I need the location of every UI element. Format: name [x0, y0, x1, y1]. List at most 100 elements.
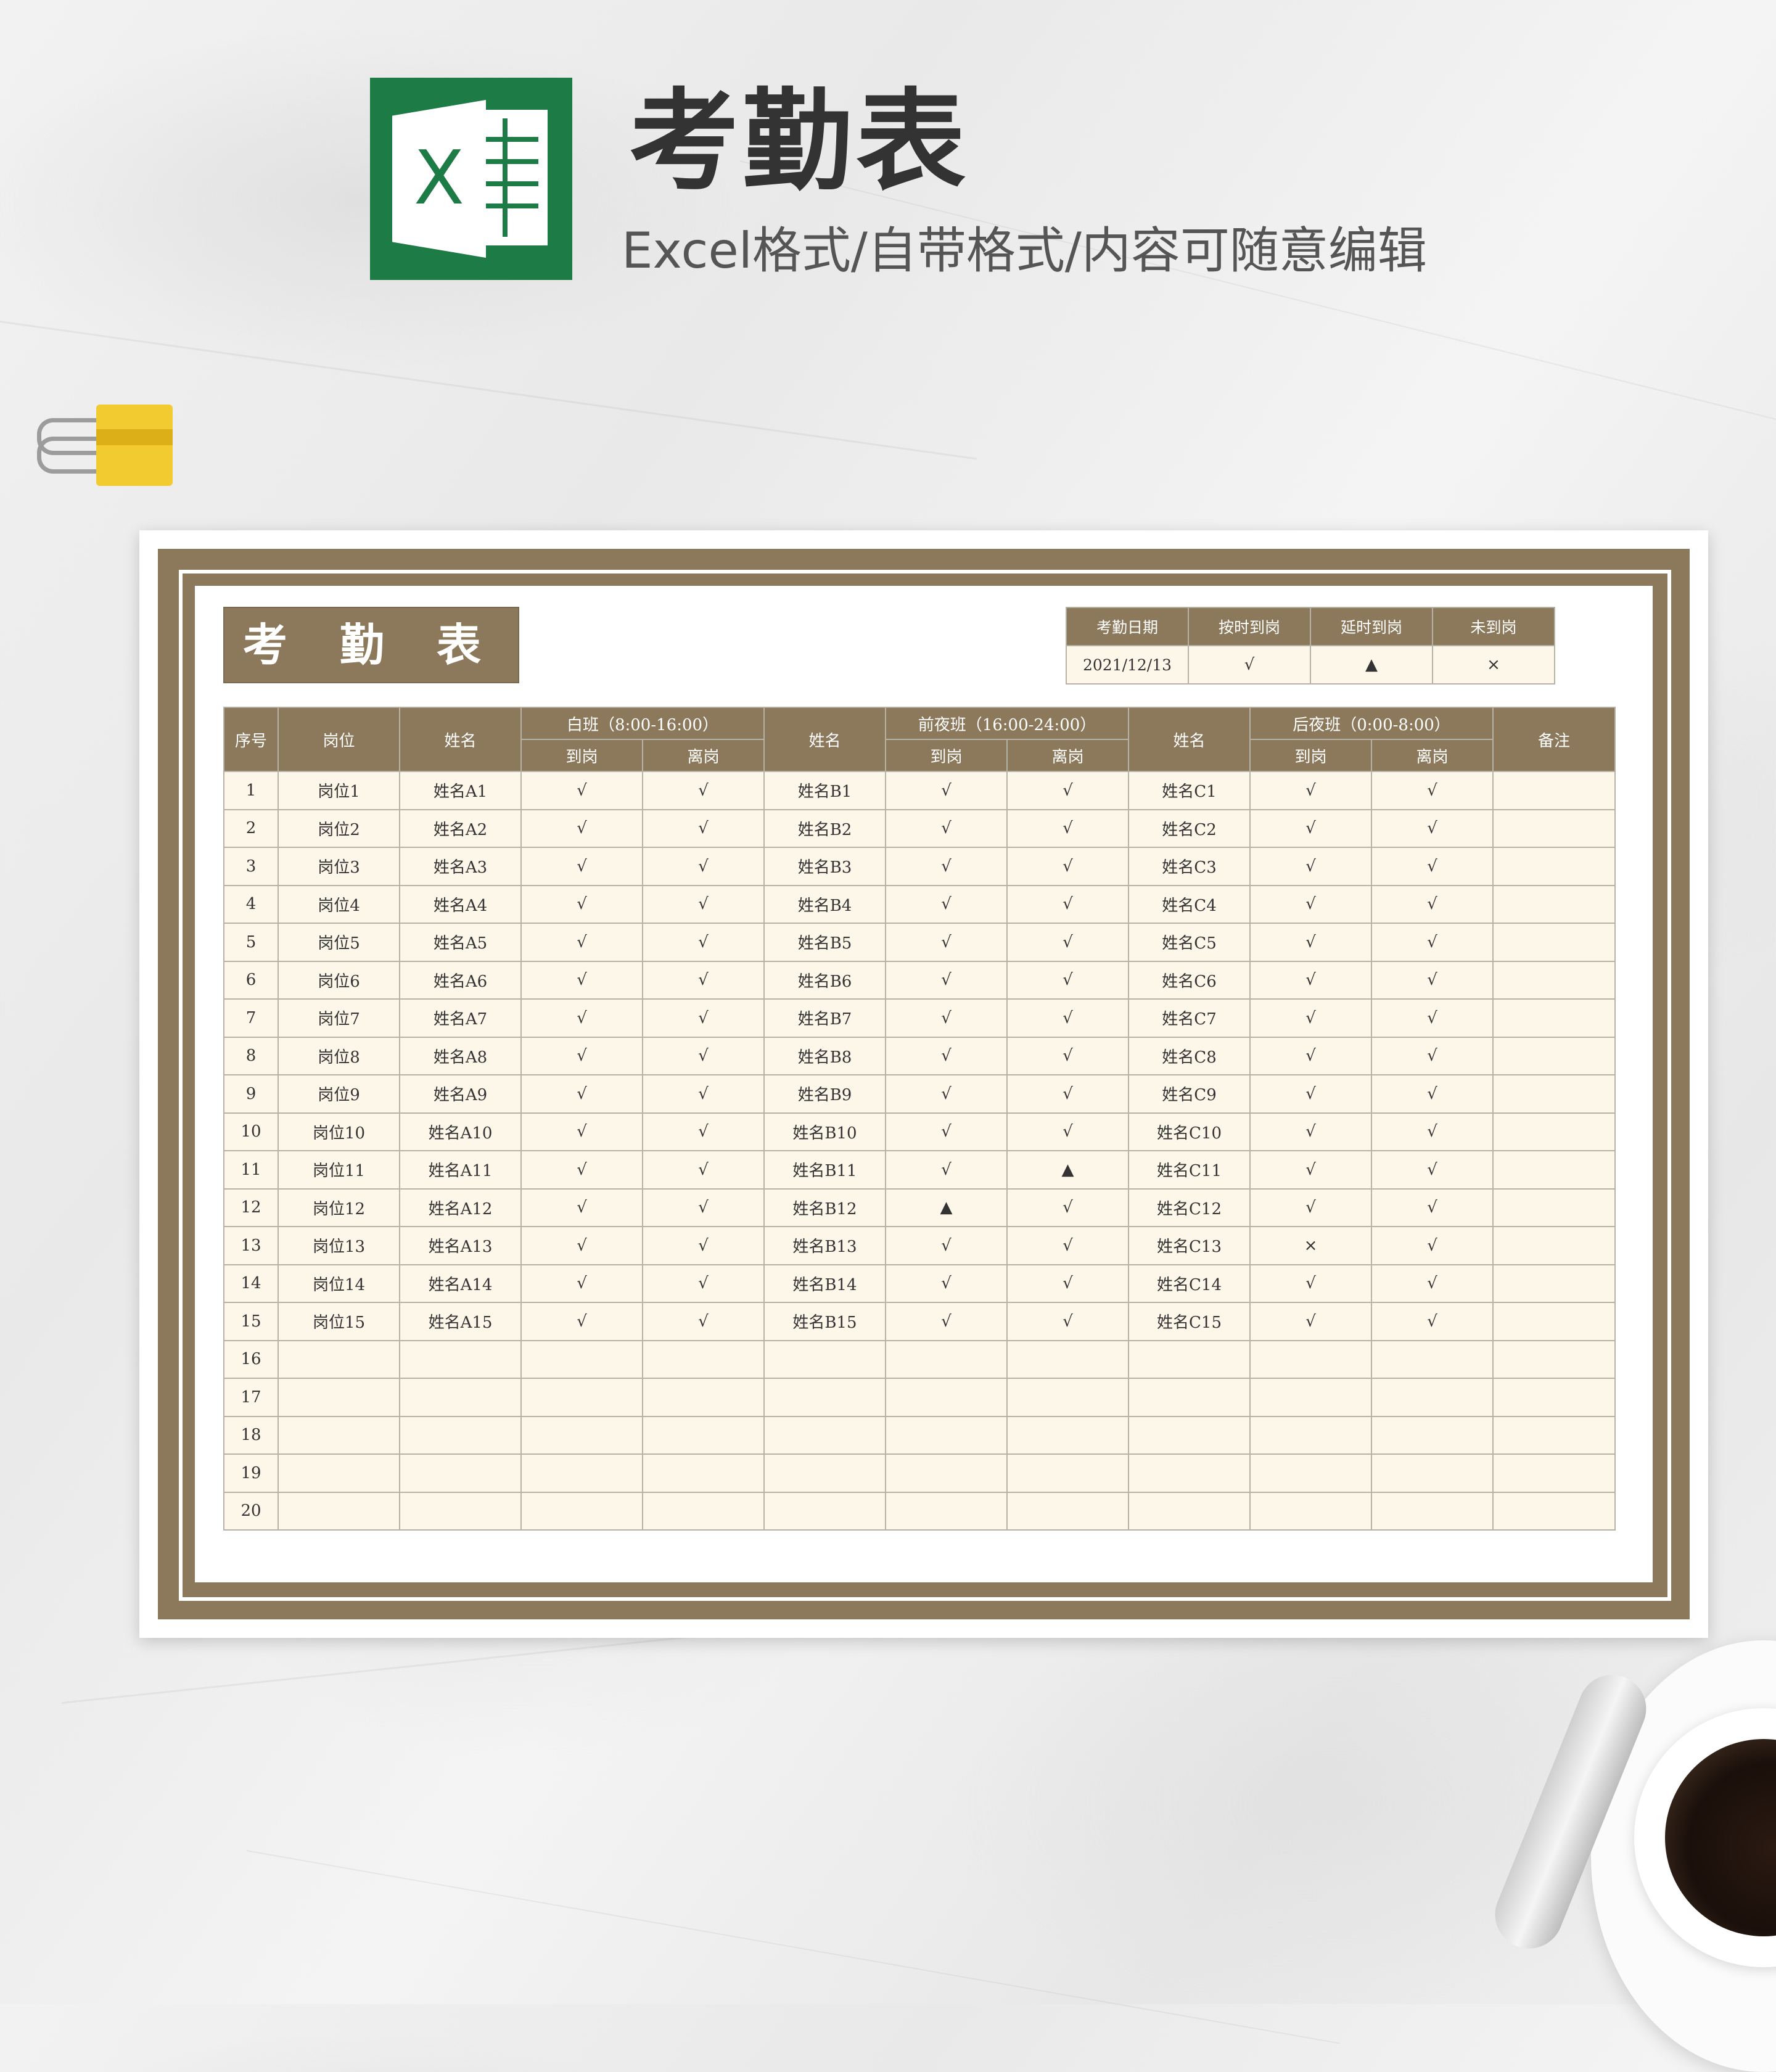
cell-name-c[interactable] — [1128, 1378, 1251, 1417]
cell-name-c[interactable]: 姓名C8 — [1128, 1036, 1251, 1075]
cell-name-a[interactable]: 姓名A9 — [399, 1074, 522, 1114]
cell-day-leave[interactable]: √ — [641, 1264, 765, 1303]
cell-name-b[interactable]: 姓名B11 — [763, 1150, 887, 1190]
cell-evening-arrive[interactable]: √ — [885, 771, 1008, 810]
cell-name-b[interactable]: 姓名B15 — [763, 1302, 887, 1341]
cell-index[interactable]: 17 — [223, 1378, 279, 1417]
cell-index[interactable]: 5 — [223, 923, 279, 962]
cell-evening-leave[interactable]: √ — [1006, 884, 1130, 924]
cell-evening-leave[interactable]: √ — [1006, 1188, 1130, 1227]
cell-night-leave[interactable]: √ — [1371, 960, 1494, 1000]
cell-name-a[interactable]: 姓名A5 — [399, 923, 522, 962]
cell-day-arrive[interactable] — [520, 1491, 643, 1531]
cell-name-a[interactable]: 姓名A15 — [399, 1302, 522, 1341]
cell-night-arrive[interactable]: √ — [1249, 1074, 1373, 1114]
cell-evening-arrive[interactable]: ▲ — [885, 1188, 1008, 1227]
cell-name-a[interactable]: 姓名A3 — [399, 847, 522, 886]
cell-day-leave[interactable] — [641, 1339, 765, 1379]
cell-day-arrive[interactable] — [520, 1453, 643, 1493]
cell-note[interactable] — [1492, 1188, 1616, 1227]
cell-name-a[interactable]: 姓名A11 — [399, 1150, 522, 1190]
cell-night-leave[interactable]: √ — [1371, 1226, 1494, 1265]
cell-night-leave[interactable] — [1371, 1378, 1494, 1417]
cell-night-leave[interactable]: √ — [1371, 884, 1494, 924]
cell-name-a[interactable]: 姓名A10 — [399, 1112, 522, 1151]
cell-evening-arrive[interactable]: √ — [885, 923, 1008, 962]
cell-night-arrive[interactable]: √ — [1249, 1302, 1373, 1341]
legend-value-3[interactable]: × — [1432, 645, 1555, 684]
cell-day-arrive[interactable]: √ — [520, 998, 643, 1038]
cell-day-leave[interactable] — [641, 1378, 765, 1417]
cell-evening-arrive[interactable]: √ — [885, 1264, 1008, 1303]
cell-note[interactable] — [1492, 1302, 1616, 1341]
cell-day-leave[interactable] — [641, 1415, 765, 1455]
cell-evening-arrive[interactable]: √ — [885, 1112, 1008, 1151]
cell-evening-leave[interactable]: √ — [1006, 960, 1130, 1000]
cell-night-leave[interactable]: √ — [1371, 808, 1494, 848]
cell-note[interactable] — [1492, 1074, 1616, 1114]
cell-evening-arrive[interactable] — [885, 1491, 1008, 1531]
cell-name-a[interactable]: 姓名A14 — [399, 1264, 522, 1303]
cell-name-b[interactable]: 姓名B9 — [763, 1074, 887, 1114]
cell-night-arrive[interactable] — [1249, 1415, 1373, 1455]
cell-day-leave[interactable]: √ — [641, 1074, 765, 1114]
cell-day-leave[interactable]: √ — [641, 1150, 765, 1190]
cell-evening-leave[interactable]: ▲ — [1006, 1150, 1130, 1190]
cell-index[interactable]: 16 — [223, 1339, 279, 1379]
cell-evening-arrive[interactable] — [885, 1415, 1008, 1455]
cell-evening-arrive[interactable]: √ — [885, 1074, 1008, 1114]
cell-post[interactable]: 岗位15 — [278, 1302, 400, 1341]
cell-name-c[interactable]: 姓名C6 — [1128, 960, 1251, 1000]
cell-day-leave[interactable]: √ — [641, 1226, 765, 1265]
cell-name-c[interactable]: 姓名C10 — [1128, 1112, 1251, 1151]
cell-index[interactable]: 3 — [223, 847, 279, 886]
cell-note[interactable] — [1492, 1112, 1616, 1151]
cell-night-leave[interactable]: √ — [1371, 771, 1494, 810]
cell-post[interactable]: 岗位5 — [278, 923, 400, 962]
cell-name-b[interactable] — [763, 1339, 887, 1379]
cell-note[interactable] — [1492, 1036, 1616, 1075]
cell-post[interactable] — [278, 1415, 400, 1455]
cell-name-b[interactable]: 姓名B8 — [763, 1036, 887, 1075]
cell-night-arrive[interactable] — [1249, 1339, 1373, 1379]
cell-evening-leave[interactable] — [1006, 1415, 1130, 1455]
cell-name-a[interactable] — [399, 1415, 522, 1455]
cell-evening-leave[interactable]: √ — [1006, 808, 1130, 848]
cell-name-b[interactable]: 姓名B13 — [763, 1226, 887, 1265]
cell-name-b[interactable]: 姓名B14 — [763, 1264, 887, 1303]
cell-day-arrive[interactable]: √ — [520, 1302, 643, 1341]
cell-index[interactable]: 2 — [223, 808, 279, 848]
cell-night-arrive[interactable]: √ — [1249, 923, 1373, 962]
cell-day-leave[interactable]: √ — [641, 771, 765, 810]
cell-note[interactable] — [1492, 998, 1616, 1038]
cell-evening-arrive[interactable]: √ — [885, 1302, 1008, 1341]
cell-night-arrive[interactable] — [1249, 1378, 1373, 1417]
cell-day-leave[interactable]: √ — [641, 884, 765, 924]
cell-day-leave[interactable]: √ — [641, 808, 765, 848]
cell-name-b[interactable]: 姓名B2 — [763, 808, 887, 848]
cell-index[interactable]: 9 — [223, 1074, 279, 1114]
cell-post[interactable]: 岗位9 — [278, 1074, 400, 1114]
cell-night-leave[interactable] — [1371, 1453, 1494, 1493]
cell-name-b[interactable]: 姓名B10 — [763, 1112, 887, 1151]
cell-note[interactable] — [1492, 1453, 1616, 1493]
cell-day-arrive[interactable] — [520, 1339, 643, 1379]
cell-name-a[interactable]: 姓名A13 — [399, 1226, 522, 1265]
cell-day-arrive[interactable]: √ — [520, 1112, 643, 1151]
cell-post[interactable]: 岗位3 — [278, 847, 400, 886]
cell-name-c[interactable]: 姓名C9 — [1128, 1074, 1251, 1114]
cell-index[interactable]: 12 — [223, 1188, 279, 1227]
cell-name-c[interactable] — [1128, 1339, 1251, 1379]
cell-night-leave[interactable]: √ — [1371, 998, 1494, 1038]
cell-index[interactable]: 10 — [223, 1112, 279, 1151]
cell-index[interactable]: 13 — [223, 1226, 279, 1265]
cell-name-b[interactable] — [763, 1415, 887, 1455]
cell-name-b[interactable]: 姓名B12 — [763, 1188, 887, 1227]
cell-evening-arrive[interactable] — [885, 1453, 1008, 1493]
cell-night-arrive[interactable]: × — [1249, 1226, 1373, 1265]
cell-note[interactable] — [1492, 1491, 1616, 1531]
cell-name-b[interactable]: 姓名B5 — [763, 923, 887, 962]
cell-name-c[interactable]: 姓名C4 — [1128, 884, 1251, 924]
cell-index[interactable]: 20 — [223, 1491, 279, 1531]
cell-evening-leave[interactable]: √ — [1006, 1036, 1130, 1075]
